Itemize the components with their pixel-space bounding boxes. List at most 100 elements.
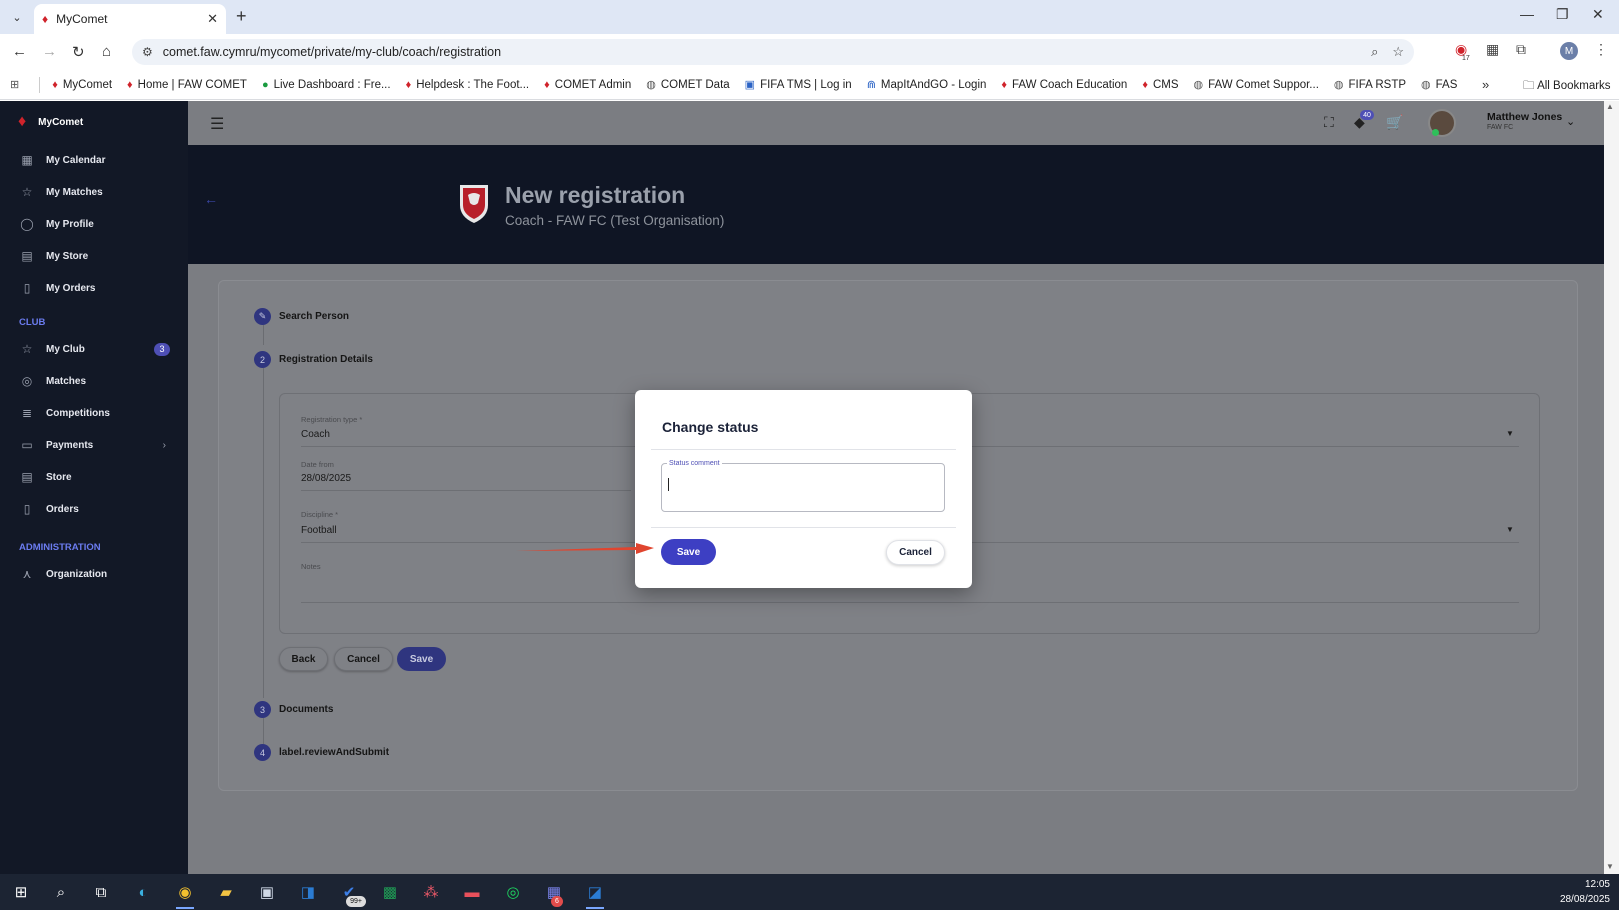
clock-date[interactable]: 28/08/2025 <box>1554 894 1610 905</box>
bookmark-item[interactable]: ▣ FIFA TMS | Log in <box>745 78 852 92</box>
clock-time[interactable]: 12:05 <box>1566 879 1610 890</box>
bookmark-item[interactable]: ♦ FAW Coach Education <box>1001 78 1127 91</box>
back-nav-icon[interactable]: ← <box>12 43 27 60</box>
cancel-button[interactable]: Cancel <box>334 647 393 671</box>
dialog-save-button[interactable]: Save <box>661 539 716 565</box>
spotify-icon[interactable]: ◎ <box>500 881 526 903</box>
bookmark-item[interactable]: ◍ FAS <box>1421 78 1457 92</box>
reload-icon[interactable]: ↻ <box>72 43 85 61</box>
bookmark-item[interactable]: ♦ CMS <box>1142 78 1178 91</box>
sidebar-item-payments[interactable]: ▭ Payments › <box>0 432 188 458</box>
save-button[interactable]: Save <box>397 647 446 671</box>
bookmark-item[interactable]: ♦ COMET Admin <box>544 78 631 91</box>
close-window-icon[interactable]: ✕ <box>1592 6 1604 23</box>
sidebar-item-my-orders[interactable]: ▯ My Orders <box>0 275 188 301</box>
bookmark-label: FAW Coach Education <box>1012 78 1128 91</box>
all-bookmarks-link[interactable]: 🗀 All Bookmarks <box>1523 78 1611 97</box>
fullscreen-icon[interactable]: ⛶ <box>1324 114 1334 131</box>
step-2-number[interactable]: 2 <box>254 351 271 368</box>
step-4-label[interactable]: label.reviewAndSubmit <box>279 747 389 758</box>
tab-search-chevron-icon[interactable]: ⌄ <box>6 7 28 27</box>
file-explorer-icon[interactable]: ▰ <box>213 881 239 903</box>
step-1-label[interactable]: Search Person <box>279 311 349 322</box>
status-comment-input[interactable] <box>661 463 945 512</box>
discipline-select[interactable]: Football <box>301 525 337 536</box>
sidebar-item-label: My Calendar <box>46 154 106 166</box>
forward-nav-icon[interactable]: → <box>42 43 57 60</box>
cart-icon[interactable]: 🛒 <box>1386 114 1403 131</box>
sidebar-item-label: My Matches <box>46 186 103 198</box>
back-arrow-icon[interactable]: ← <box>204 191 218 207</box>
sidebar-item-matches[interactable]: ◎ Matches <box>0 368 188 394</box>
home-icon[interactable]: ⌂ <box>102 43 111 60</box>
page-title: New registration <box>505 182 686 208</box>
sidebar-item-my-calendar[interactable]: ▦ My Calendar <box>0 147 188 173</box>
edge-icon[interactable]: ◐ <box>130 881 156 903</box>
registration-type-dropdown-icon[interactable]: ▼ <box>1506 429 1514 438</box>
brand[interactable]: ♦ MyComet <box>0 101 188 143</box>
windows-start-icon[interactable]: ⊞ <box>8 881 34 903</box>
qr-icon[interactable]: ▦ <box>1486 41 1499 58</box>
outlook-icon[interactable]: ◨ <box>295 881 321 903</box>
user-avatar[interactable] <box>1428 109 1456 137</box>
sidebar-item-my-profile[interactable]: ◯ My Profile <box>0 211 188 237</box>
date-from-input[interactable]: 28/08/2025 <box>301 473 351 484</box>
sidebar-item-organization[interactable]: ⋏ Organization <box>0 561 188 587</box>
sidebar-item-competitions[interactable]: ≣ Competitions <box>0 400 188 426</box>
browser-menu-icon[interactable]: ⋮ <box>1594 41 1608 58</box>
hamburger-menu-icon[interactable]: ☰ <box>210 114 224 134</box>
step-3-label[interactable]: Documents <box>279 704 333 715</box>
minimize-icon[interactable]: — <box>1520 6 1534 22</box>
app-red-icon[interactable]: ▬ <box>459 881 485 903</box>
step-1-icon[interactable]: ✎ <box>254 308 271 325</box>
bookmark-item[interactable]: ♦ Helpdesk : The Foot... <box>406 78 530 91</box>
restore-icon[interactable]: ❐ <box>1556 6 1569 23</box>
bookmark-item[interactable]: ◍ FAW Comet Suppor... <box>1194 78 1319 92</box>
dialog-cancel-button[interactable]: Cancel <box>886 540 945 565</box>
sidebar-item-my-store[interactable]: ▤ My Store <box>0 243 188 269</box>
step-3-number[interactable]: 3 <box>254 701 271 718</box>
outlook-new-icon[interactable]: ◪ <box>582 881 608 909</box>
sidebar-item-my-matches[interactable]: ☆ My Matches <box>0 179 188 205</box>
scroll-up-icon[interactable]: ▲ <box>1606 102 1614 111</box>
bookmark-item[interactable]: ⋒ MapItAndGO - Login <box>867 78 987 92</box>
extensions-puzzle-icon[interactable]: ⧉ <box>1516 41 1526 58</box>
url-text[interactable]: comet.faw.cymru/mycomet/private/my-club/… <box>163 45 1357 59</box>
user-menu-chevron-icon[interactable]: ⌄ <box>1566 115 1575 128</box>
bookmark-item[interactable]: ♦ Home | FAW COMET <box>127 78 247 91</box>
sidebar-item-store[interactable]: ▤ Store <box>0 464 188 490</box>
zoom-icon[interactable]: ⌕ <box>1371 44 1378 60</box>
registration-type-select[interactable]: Coach <box>301 429 330 440</box>
page-scrollbar[interactable] <box>1604 101 1619 874</box>
asana-icon[interactable]: ⁂ <box>418 881 444 903</box>
bookmark-item[interactable]: ● Live Dashboard : Fre... <box>262 78 391 91</box>
bookmark-star-icon[interactable]: ☆ <box>1392 44 1404 60</box>
excel-icon[interactable]: ▩ <box>377 881 403 903</box>
scroll-down-icon[interactable]: ▼ <box>1606 862 1614 871</box>
bookmark-item[interactable]: ♦ MyComet <box>52 78 112 91</box>
star-icon: ☆ <box>21 185 33 199</box>
omnibox[interactable]: ⚙ comet.faw.cymru/mycomet/private/my-clu… <box>132 39 1414 65</box>
new-tab-plus-icon[interactable]: + <box>236 6 247 27</box>
chevron-right-icon[interactable]: › <box>163 440 166 451</box>
task-view-icon[interactable]: ⧉ <box>88 881 114 903</box>
bookmark-item[interactable]: ◍ FIFA RSTP <box>1334 78 1406 92</box>
sidebar-item-orders[interactable]: ▯ Orders <box>0 496 188 522</box>
search-icon[interactable]: ⌕ <box>48 881 74 903</box>
user-name[interactable]: Matthew Jones <box>1487 111 1562 123</box>
more-bookmarks-icon[interactable]: » <box>1482 77 1489 92</box>
notes-label: Notes <box>301 562 321 571</box>
site-info-icon[interactable]: ⚙ <box>142 45 153 59</box>
sidebar-item-my-club[interactable]: ☆ My Club 3 <box>0 336 188 362</box>
back-button[interactable]: Back <box>279 647 328 671</box>
apps-grid-icon[interactable]: ⊞ <box>10 78 24 91</box>
step-2-label[interactable]: Registration Details <box>279 354 373 365</box>
step-4-number[interactable]: 4 <box>254 744 271 761</box>
chrome-icon[interactable]: ◉ <box>172 881 198 909</box>
bookmark-item[interactable]: ◍ COMET Data <box>646 78 729 92</box>
store-app-icon[interactable]: ▣ <box>254 881 280 903</box>
tab-close-icon[interactable]: ✕ <box>207 11 218 27</box>
discipline-dropdown-icon[interactable]: ▼ <box>1506 525 1514 534</box>
profile-avatar[interactable]: M <box>1560 42 1578 60</box>
browser-tab[interactable]: ♦ MyComet ✕ <box>34 4 226 34</box>
